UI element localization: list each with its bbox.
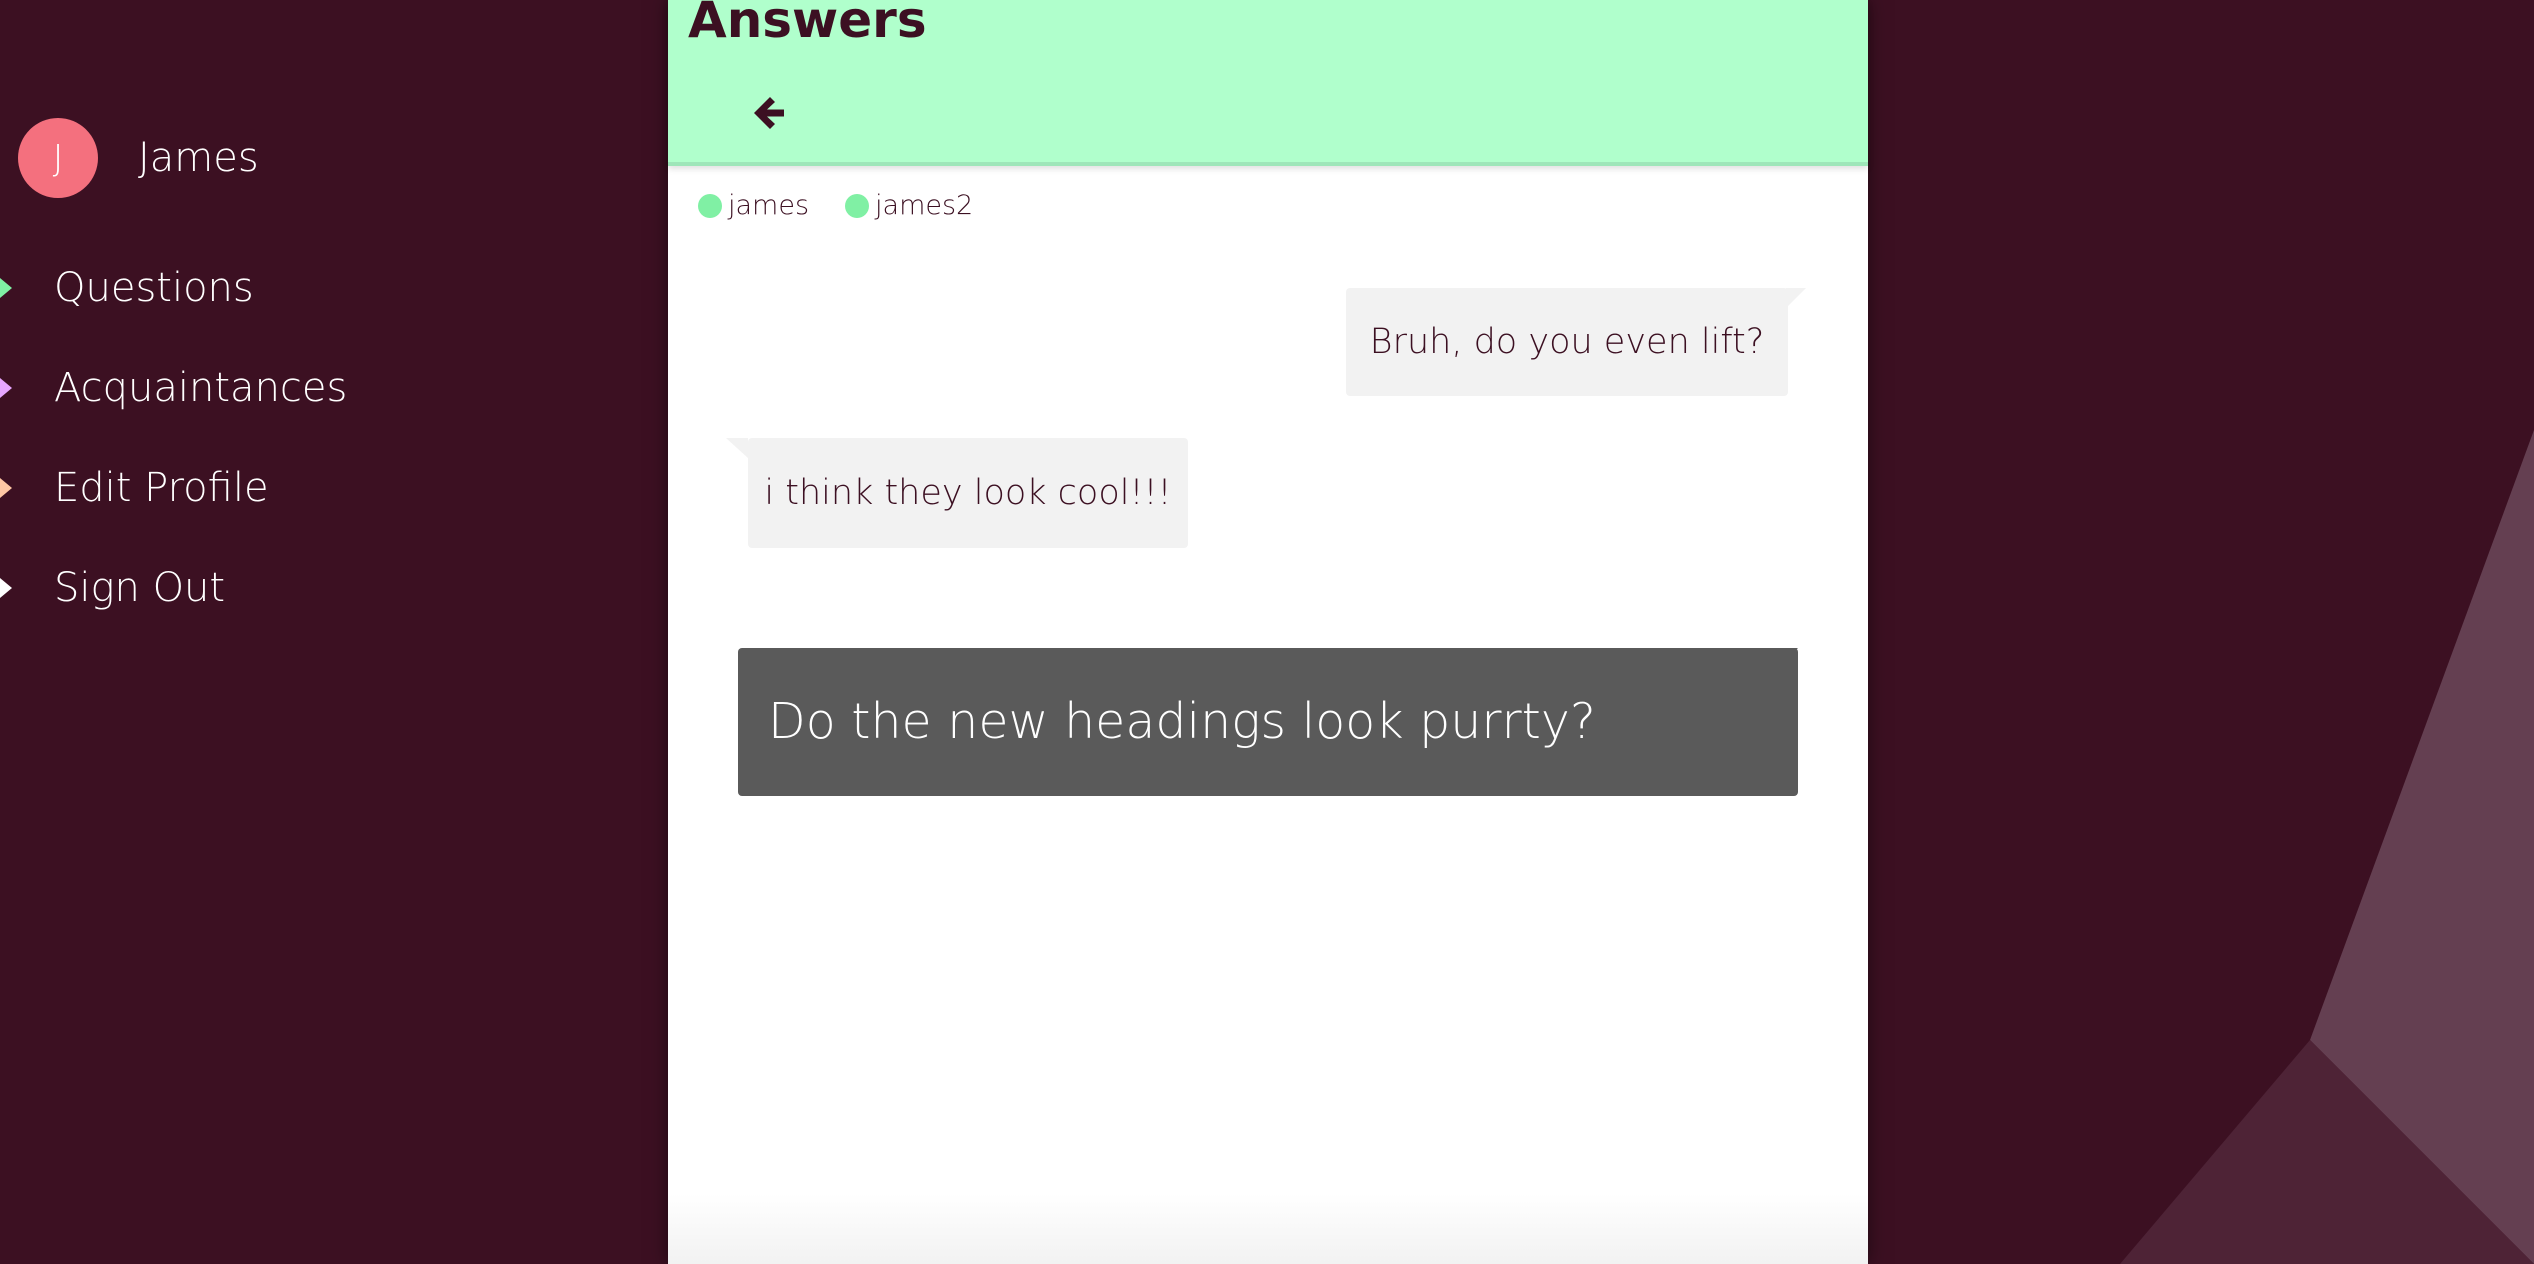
online-status-icon	[698, 193, 722, 218]
sidebar-item-label: Acquaintances	[54, 365, 348, 411]
nav-marker-icon	[0, 278, 12, 298]
bubble-tail	[1786, 288, 1806, 308]
arrow-left-icon	[754, 97, 784, 129]
sidebar-item-acquaintances[interactable]: Acquaintances	[0, 358, 347, 418]
participant-name: james2	[875, 190, 974, 221]
sidebar-item-questions[interactable]: Questions	[0, 258, 254, 318]
message-bubble-outgoing: Bruh, do you even lift?	[1346, 288, 1788, 396]
user-name: James	[138, 135, 259, 181]
back-button[interactable]	[748, 88, 788, 138]
nav-marker-icon	[0, 378, 12, 398]
question-card: Do the new headings look purrty?	[738, 648, 1798, 796]
question-text: Do the new headings look purrty?	[768, 693, 1596, 750]
page-title: Answers	[688, 0, 927, 49]
message-bubble-incoming: i think they look cool!!!	[748, 438, 1188, 548]
online-status-icon	[845, 193, 870, 218]
panel-bottom-fade	[668, 1194, 1868, 1264]
avatar[interactable]: J	[18, 118, 98, 198]
sidebar-item-label: Edit Profile	[54, 465, 269, 511]
nav-marker-icon	[0, 478, 12, 498]
panel-header: Answers	[668, 0, 1868, 166]
sidebar-item-label: Questions	[54, 265, 254, 311]
participants-list: james james2	[698, 190, 1009, 221]
nav-marker-icon	[0, 578, 12, 598]
sidebar: J James Questions Acquaintances Edit Pro…	[0, 0, 660, 1264]
sidebar-item-edit-profile[interactable]: Edit Profile	[0, 458, 269, 518]
bubble-tail	[726, 438, 748, 458]
participant[interactable]: james	[698, 190, 809, 221]
user-profile[interactable]: J James	[18, 118, 259, 198]
participant-name: james	[728, 190, 810, 221]
participant[interactable]: james2	[845, 190, 973, 221]
sidebar-item-sign-out[interactable]: Sign Out	[0, 558, 225, 618]
sidebar-item-label: Sign Out	[54, 565, 226, 611]
answers-panel: Answers james james2 Bruh, do you even l…	[668, 0, 1868, 1264]
